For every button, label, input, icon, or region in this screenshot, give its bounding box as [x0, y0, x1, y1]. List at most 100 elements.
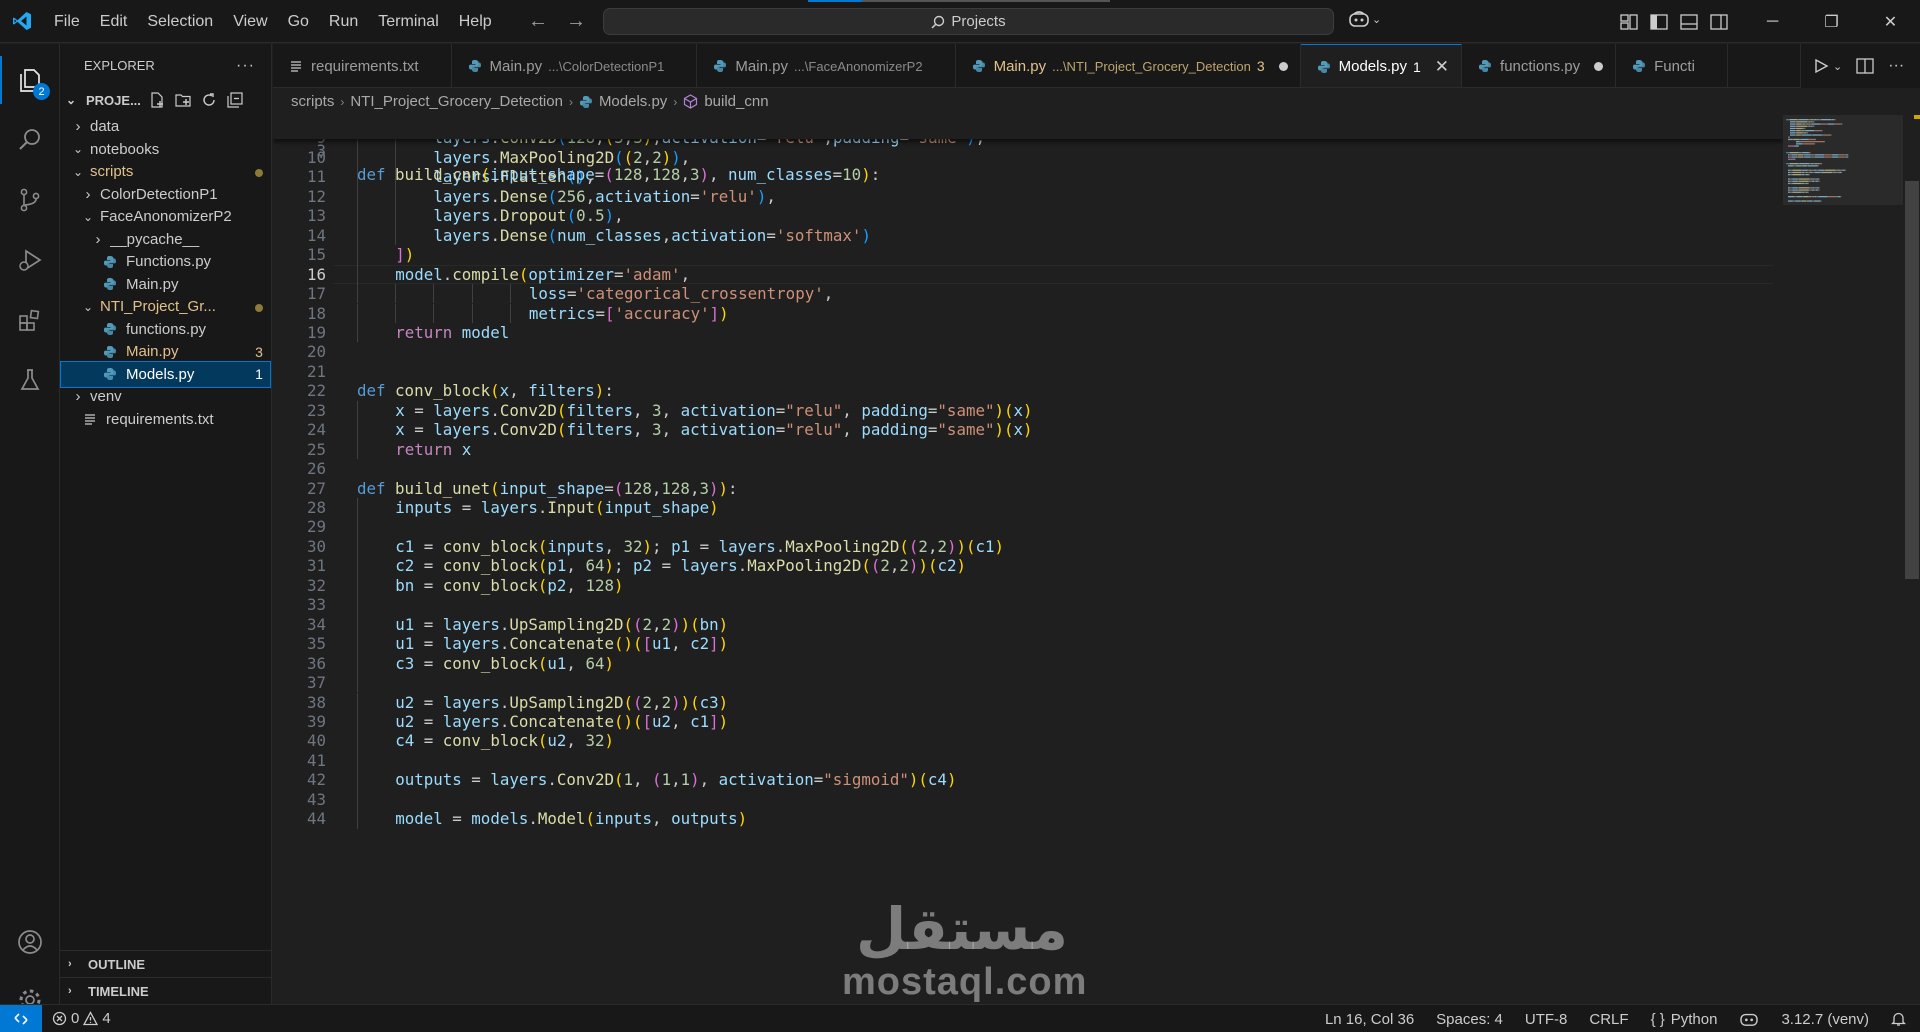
- code-token: ): [718, 634, 729, 654]
- code-token: =: [414, 536, 443, 556]
- more-actions-icon[interactable]: ···: [236, 57, 255, 75]
- tree-item-label: Functions.py: [126, 253, 212, 270]
- code-token: 128: [623, 478, 652, 498]
- source-control-icon[interactable]: [0, 170, 60, 230]
- minimap-token: [1801, 169, 1803, 171]
- code-token: ): [737, 809, 748, 829]
- customize-layout-icon[interactable]: [1620, 13, 1638, 30]
- minimap-token: [1817, 163, 1819, 165]
- indent-guide: [357, 770, 358, 790]
- breadcrumb-item[interactable]: build_cnn: [704, 93, 768, 110]
- code-token: 2: [661, 614, 672, 634]
- tab-main-py-1[interactable]: Main.py ...\ColorDetectionP1: [452, 44, 698, 87]
- indentation[interactable]: Spaces: 4: [1436, 1011, 1503, 1028]
- unsaved-dot-icon[interactable]: [1594, 61, 1604, 71]
- command-center[interactable]: Projects: [603, 8, 1334, 35]
- code-token: 64: [585, 556, 605, 576]
- python-interpreter[interactable]: 3.12.7 (venv): [1781, 1011, 1869, 1028]
- copilot-menu[interactable]: ⌄: [1348, 10, 1381, 28]
- menu-help[interactable]: Help: [449, 0, 502, 43]
- unsaved-dot-icon[interactable]: [1278, 61, 1288, 71]
- code-token: ): [604, 653, 614, 673]
- breadcrumb-item[interactable]: NTI_Project_Grocery_Detection: [350, 93, 563, 110]
- menu-terminal[interactable]: Terminal: [368, 0, 448, 43]
- code-editor[interactable]: 3 def build_cnn(input_shape=(128,128,3),…: [273, 115, 1783, 1004]
- code-token: def: [357, 165, 396, 184]
- close-icon[interactable]: ✕: [1861, 0, 1920, 43]
- project-section-header[interactable]: ⌄ PROJE...: [60, 87, 271, 113]
- line-ending[interactable]: CRLF: [1589, 1011, 1628, 1028]
- text-file-icon: [82, 412, 98, 426]
- minimap-token: [1804, 174, 1806, 176]
- cursor-position[interactable]: Ln 16, Col 36: [1325, 1011, 1414, 1028]
- vertical-scrollbar[interactable]: [1903, 115, 1920, 1004]
- minimize-icon[interactable]: ─: [1743, 0, 1802, 43]
- new-folder-icon[interactable]: [175, 92, 191, 108]
- encoding[interactable]: UTF-8: [1525, 1011, 1568, 1028]
- split-editor-icon[interactable]: [1856, 58, 1874, 74]
- minimap-token: [1815, 187, 1817, 189]
- forward-arrow-icon[interactable]: →: [566, 10, 586, 33]
- menu-file[interactable]: File: [44, 0, 90, 43]
- back-arrow-icon[interactable]: ←: [528, 10, 548, 33]
- search-icon[interactable]: [0, 110, 60, 170]
- tab-models-py[interactable]: Models.py 1 ✕: [1300, 44, 1463, 87]
- toggle-secondary-sidebar-icon[interactable]: [1710, 13, 1728, 30]
- menu-view[interactable]: View: [223, 0, 277, 43]
- menu-selection[interactable]: Selection: [137, 0, 223, 43]
- menu-run[interactable]: Run: [319, 0, 368, 43]
- run-debug-icon[interactable]: [0, 230, 60, 290]
- code-token: ,: [614, 206, 624, 226]
- minimap-token: [1789, 174, 1793, 176]
- tab-functions-py[interactable]: functions.py: [1462, 44, 1617, 87]
- minimap-token: [1795, 125, 1797, 127]
- menu-edit[interactable]: Edit: [90, 0, 138, 43]
- toggle-primary-sidebar-icon[interactable]: [1650, 13, 1668, 30]
- sticky-scroll-header[interactable]: 3 def build_cnn(input_shape=(128,128,3),…: [273, 115, 1783, 184]
- tree-item-label: data: [90, 118, 120, 135]
- minimap-token: [1812, 200, 1815, 202]
- breadcrumb-item[interactable]: Models.py: [599, 93, 667, 110]
- explorer-icon[interactable]: 2: [0, 50, 60, 110]
- minimap-token: [1807, 165, 1818, 167]
- tree-item-requirements-txt[interactable]: requirements.txt: [60, 406, 271, 433]
- tab-main-py-3[interactable]: Main.py ...\NTI_Project_Grocery_Detection…: [956, 44, 1301, 87]
- breadcrumb-item[interactable]: scripts: [291, 93, 334, 110]
- timeline-section-header[interactable]: › TIMELINE: [60, 977, 271, 1004]
- chevron-down-icon[interactable]: ⌄: [1833, 60, 1842, 73]
- code-line: 38 u2 = layers.UpSampling2D((2,2))(c3): [273, 692, 1783, 712]
- toggle-panel-icon[interactable]: [1680, 13, 1698, 30]
- code-token: =: [414, 634, 443, 654]
- menu-go[interactable]: Go: [278, 0, 319, 43]
- collapse-all-icon[interactable]: [227, 92, 243, 108]
- minimap-token: [1788, 136, 1790, 138]
- restore-icon[interactable]: ❐: [1802, 0, 1861, 43]
- tab-requirements-txt[interactable]: requirements.txt: [273, 44, 452, 87]
- remote-indicator[interactable]: [0, 1004, 42, 1032]
- modified-dot: [247, 299, 271, 315]
- code-text: u1 = layers.UpSampling2D((2,2))(bn): [395, 615, 728, 634]
- notifications-bell-icon[interactable]: [1891, 1011, 1906, 1027]
- new-file-icon[interactable]: [149, 92, 165, 108]
- tab-main-py-2[interactable]: Main.py ...\FaceAnonomizerP2: [697, 44, 956, 87]
- run-file-icon[interactable]: [1813, 58, 1829, 74]
- close-icon[interactable]: ✕: [1435, 57, 1449, 77]
- outline-section-header[interactable]: › OUTLINE: [60, 950, 271, 977]
- extensions-icon[interactable]: [0, 290, 60, 350]
- minimap-token: [1815, 178, 1817, 180]
- minimap-token: [1790, 123, 1796, 125]
- scrollbar-thumb[interactable]: [1905, 181, 1919, 579]
- problems-indicator[interactable]: 0 4: [42, 1010, 111, 1027]
- minimap-token: [1824, 169, 1825, 171]
- refresh-icon[interactable]: [201, 92, 217, 108]
- code-token: 1: [661, 770, 672, 790]
- code-text: ]): [395, 245, 414, 264]
- minimap[interactable]: [1783, 115, 1903, 1004]
- testing-icon[interactable]: [0, 350, 60, 410]
- tab-functi[interactable]: Functi: [1616, 44, 1728, 87]
- more-actions-icon[interactable]: ···: [1888, 57, 1904, 75]
- accounts-icon[interactable]: [0, 912, 60, 972]
- language-mode[interactable]: { } Python: [1651, 1011, 1718, 1028]
- minimap-token: [1838, 154, 1840, 156]
- copilot-status-icon[interactable]: [1739, 1011, 1759, 1027]
